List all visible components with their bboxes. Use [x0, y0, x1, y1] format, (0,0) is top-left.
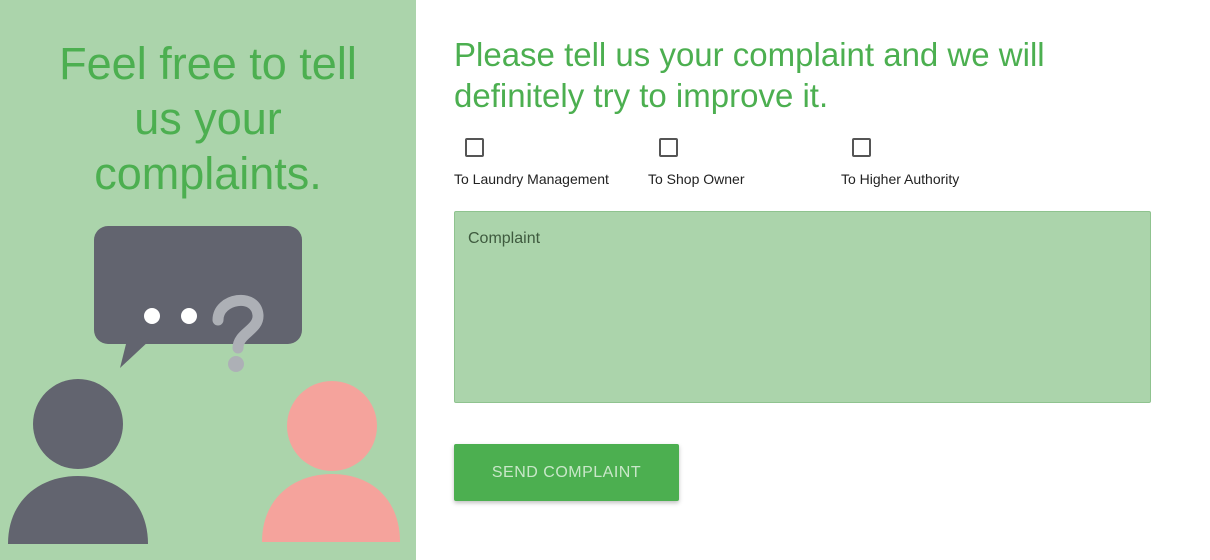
complaint-form: Please tell us your complaint and we wil… [416, 0, 1210, 560]
checkbox-label: To Shop Owner [648, 171, 745, 187]
checkbox[interactable] [659, 138, 678, 157]
complaint-textarea[interactable] [454, 211, 1151, 403]
checkbox[interactable] [465, 138, 484, 157]
checkbox-label: To Higher Authority [841, 171, 960, 187]
left-heading: Feel free to tell us your complaints. [59, 38, 357, 199]
person-icon [8, 379, 148, 544]
form-title: Please tell us your complaint and we wil… [454, 36, 1045, 114]
checkbox-label: To Laundry Management [454, 171, 609, 187]
option-shop-owner[interactable]: To Shop Owner [648, 138, 745, 187]
option-higher-authority[interactable]: To Higher Authority [841, 138, 959, 187]
send-complaint-button[interactable]: SEND COMPLAINT [454, 444, 679, 501]
left-panel: Feel free to tell us your complaints. [0, 0, 416, 560]
speech-bubble-icon [94, 226, 302, 372]
checkbox[interactable] [852, 138, 871, 157]
person-icon [262, 381, 400, 542]
option-laundry-management[interactable]: To Laundry Management [454, 138, 609, 187]
page: Feel free to tell us your complaints. Pl… [0, 0, 1210, 560]
